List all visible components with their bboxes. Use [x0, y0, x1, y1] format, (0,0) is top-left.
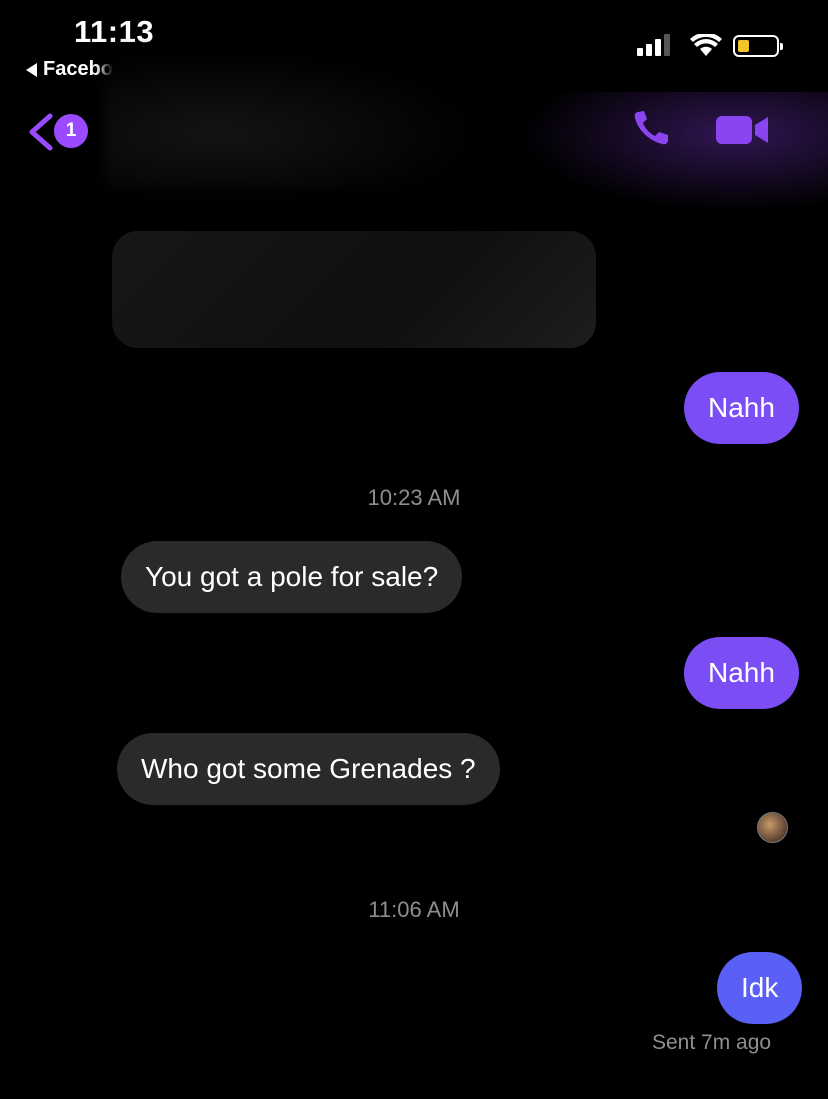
blurred-media-message[interactable]	[112, 231, 596, 348]
battery-level	[738, 40, 749, 52]
wifi-icon	[690, 34, 722, 56]
incoming-message-bubble[interactable]: You got a pole for sale?	[121, 541, 463, 613]
message-timestamp: 11:06 AM	[368, 897, 460, 922]
outgoing-message-bubble[interactable]: Nahh	[684, 637, 799, 709]
delivery-status: Sent 7m ago	[652, 1031, 772, 1054]
video-camera-icon[interactable]	[714, 113, 770, 147]
unread-count-badge[interactable]: 1	[54, 114, 88, 148]
cellular-signal-icon	[637, 34, 670, 56]
read-receipt-avatar	[757, 812, 788, 843]
incoming-message-bubble[interactable]: Who got some Grenades ?	[117, 733, 500, 805]
phone-icon[interactable]	[632, 108, 676, 148]
outgoing-message-bubble[interactable]: Nahh	[684, 372, 799, 444]
contact-info-obscured[interactable]	[104, 50, 484, 190]
battery-icon	[733, 35, 783, 57]
back-to-app-link[interactable]: Facebo	[26, 58, 113, 81]
back-triangle-icon	[26, 62, 37, 77]
status-time: 11:13	[74, 14, 155, 49]
outgoing-message-bubble[interactable]: Idk	[717, 952, 803, 1024]
message-timestamp: 10:23 AM	[367, 485, 461, 510]
back-app-label: Facebo	[43, 58, 114, 80]
